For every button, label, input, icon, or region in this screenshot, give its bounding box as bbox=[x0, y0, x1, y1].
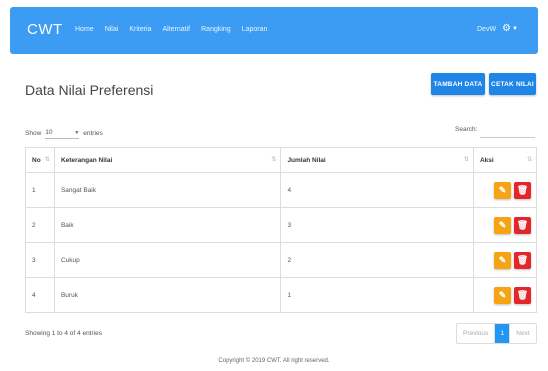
pencil-icon: ✎ bbox=[498, 289, 507, 300]
entries-select[interactable]: 10 ▼ bbox=[45, 127, 80, 139]
column-header-label: Keterangan Nilai bbox=[60, 156, 113, 164]
cell-jumlah: 4 bbox=[280, 172, 474, 208]
cell-keterangan: Cukup bbox=[53, 242, 282, 278]
pagination: Previous 1 Next bbox=[456, 323, 537, 344]
caret-down-icon: ▼ bbox=[511, 25, 518, 32]
add-data-button[interactable]: TAMBAH DATA bbox=[431, 73, 485, 95]
cell-aksi: ✎ 🗑 bbox=[472, 207, 538, 243]
next-page-button[interactable]: Next bbox=[509, 324, 535, 343]
gear-icon: ⚙ bbox=[502, 23, 511, 34]
table-row: 2 Baik 3 ✎ 🗑 bbox=[25, 207, 538, 243]
print-values-button[interactable]: CETAK NILAI bbox=[489, 73, 536, 95]
nav-link-laporan[interactable]: Laporan bbox=[242, 26, 268, 33]
cell-no: 4 bbox=[25, 277, 55, 313]
cell-no: 1 bbox=[25, 172, 55, 208]
cell-aksi: ✎ 🗑 bbox=[472, 172, 538, 208]
cell-jumlah: 3 bbox=[280, 207, 474, 243]
edit-button[interactable]: ✎ bbox=[493, 286, 511, 304]
table-row: 3 Cukup 2 ✎ 🗑 bbox=[25, 242, 538, 278]
sort-icon: ⇅ bbox=[271, 157, 276, 163]
settings-dropdown[interactable]: ⚙ ▼ bbox=[502, 23, 518, 34]
sort-icon: ⇅ bbox=[526, 157, 532, 163]
column-header-no[interactable]: No ⇅ bbox=[25, 147, 55, 173]
pencil-icon: ✎ bbox=[498, 254, 507, 265]
cell-jumlah: 2 bbox=[280, 242, 474, 278]
cell-no: 2 bbox=[25, 207, 55, 243]
entries-label: entries bbox=[83, 129, 103, 137]
table-info: Showing 1 to 4 of 4 entries bbox=[25, 330, 102, 337]
cell-keterangan: Sangat Baik bbox=[53, 172, 282, 208]
nav-link-home[interactable]: Home bbox=[75, 26, 94, 33]
edit-button[interactable]: ✎ bbox=[493, 251, 511, 269]
nav-link-nilai[interactable]: Nilai bbox=[105, 26, 119, 33]
delete-button[interactable]: 🗑 bbox=[513, 216, 531, 234]
footer-copyright: Copyright © 2019 CWT. All right reserved… bbox=[218, 358, 330, 364]
show-label: Show bbox=[25, 129, 42, 137]
cell-jumlah: 1 bbox=[280, 277, 474, 313]
trash-icon: 🗑 bbox=[516, 184, 529, 195]
column-header-jumlah[interactable]: Jumlah Nilai ⇅ bbox=[280, 147, 474, 173]
previous-page-button[interactable]: Previous bbox=[457, 324, 494, 343]
brand-logo[interactable]: CWT bbox=[27, 21, 63, 38]
sort-icon: ⇅ bbox=[463, 157, 469, 163]
pencil-icon: ✎ bbox=[498, 219, 507, 230]
cell-no: 3 bbox=[25, 242, 55, 278]
column-header-label: Jumlah Nilai bbox=[287, 156, 326, 164]
table-row: 1 Sangat Baik 4 ✎ 🗑 bbox=[25, 172, 538, 208]
caret-down-icon: ▼ bbox=[74, 129, 80, 136]
nav-link-kriteria[interactable]: Kriteria bbox=[129, 26, 151, 33]
cell-keterangan: Baik bbox=[53, 207, 282, 243]
table-header-row: No ⇅ Keterangan Nilai ⇅ Jumlah Nilai ⇅ A… bbox=[25, 147, 538, 173]
edit-button[interactable]: ✎ bbox=[493, 216, 511, 234]
column-header-keterangan[interactable]: Keterangan Nilai ⇅ bbox=[53, 147, 282, 173]
nav-link-rangking[interactable]: Rangking bbox=[201, 26, 231, 33]
cell-aksi: ✎ 🗑 bbox=[472, 242, 538, 278]
table-row: 4 Buruk 1 ✎ 🗑 bbox=[25, 277, 538, 313]
page-1-button[interactable]: 1 bbox=[494, 324, 510, 343]
pencil-icon: ✎ bbox=[498, 184, 507, 195]
navbar: CWT Home Nilai Kriteria Alternatif Rangk… bbox=[10, 7, 538, 54]
trash-icon: 🗑 bbox=[516, 219, 529, 230]
search-input[interactable] bbox=[480, 137, 535, 138]
column-header-aksi[interactable]: Aksi ⇅ bbox=[472, 147, 538, 173]
nav-links: Home Nilai Kriteria Alternatif Rangking … bbox=[75, 26, 267, 33]
data-table: No ⇅ Keterangan Nilai ⇅ Jumlah Nilai ⇅ A… bbox=[25, 147, 538, 313]
nav-link-alternatif[interactable]: Alternatif bbox=[163, 26, 191, 33]
sort-icon: ⇅ bbox=[44, 157, 50, 163]
trash-icon: 🗑 bbox=[516, 254, 529, 265]
delete-button[interactable]: 🗑 bbox=[513, 251, 531, 269]
show-entries: Show 10 ▼ entries bbox=[25, 127, 103, 139]
entries-select-value: 10 bbox=[45, 129, 53, 136]
delete-button[interactable]: 🗑 bbox=[513, 286, 531, 304]
search-label: Search: bbox=[455, 126, 478, 133]
column-header-label: No bbox=[32, 156, 41, 164]
page-title: Data Nilai Preferensi bbox=[25, 82, 154, 98]
cell-keterangan: Buruk bbox=[53, 277, 282, 313]
delete-button[interactable]: 🗑 bbox=[513, 181, 531, 199]
user-name[interactable]: DevW bbox=[477, 26, 496, 33]
cell-aksi: ✎ 🗑 bbox=[472, 277, 538, 313]
edit-button[interactable]: ✎ bbox=[493, 181, 511, 199]
trash-icon: 🗑 bbox=[516, 289, 529, 300]
column-header-label: Aksi bbox=[479, 156, 494, 164]
